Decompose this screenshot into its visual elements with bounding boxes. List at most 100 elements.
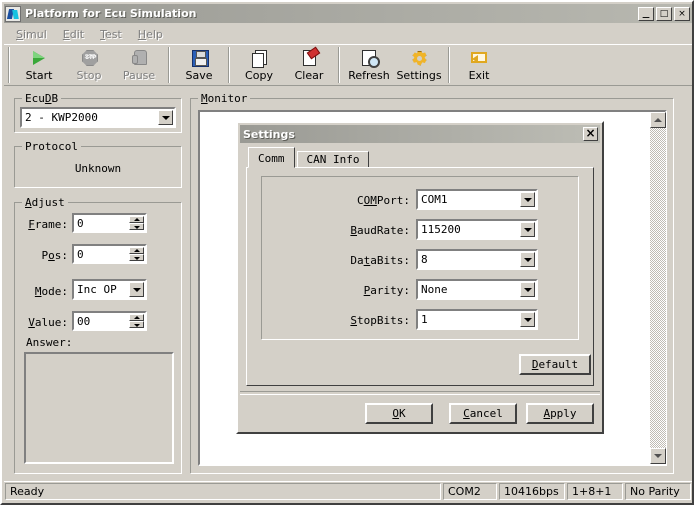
monitor-group-title: Monitor bbox=[198, 92, 250, 105]
parity-value: None bbox=[418, 283, 520, 296]
toolbar-button-copy[interactable]: Copy bbox=[234, 47, 284, 85]
status-bar: Ready COM2 10416bps 1+8+1 No Parity bbox=[4, 481, 692, 501]
toolbar-label-settings: Settings bbox=[396, 69, 441, 82]
ecudb-group-title: EcuDB bbox=[22, 92, 61, 105]
menu-item-simul[interactable]: Simul bbox=[8, 27, 55, 42]
comport-combo[interactable]: COM1 bbox=[416, 189, 538, 210]
chevron-down-icon[interactable] bbox=[520, 222, 535, 237]
close-button[interactable]: × bbox=[674, 7, 690, 21]
settings-close-icon[interactable] bbox=[583, 127, 598, 141]
eraser-icon bbox=[298, 48, 320, 68]
menu-item-help[interactable]: Help bbox=[130, 27, 171, 42]
toolbar-button-settings[interactable]: Settings bbox=[394, 47, 444, 85]
chevron-down-icon[interactable] bbox=[158, 110, 173, 125]
app-icon bbox=[5, 6, 21, 22]
toolbar-separator bbox=[338, 47, 340, 83]
toolbar-label-start: Start bbox=[26, 69, 53, 82]
pos-label: Pos: bbox=[22, 249, 68, 262]
stop-icon bbox=[78, 48, 100, 68]
answer-textarea[interactable] bbox=[24, 352, 174, 464]
magnifier-icon bbox=[358, 48, 380, 68]
chevron-down-icon[interactable] bbox=[129, 282, 144, 297]
comm-settings-panel: COMPort: COM1 BaudRate: 115200 DataBits:… bbox=[261, 176, 579, 340]
value-spin-buttons bbox=[129, 314, 144, 328]
mode-value: Inc OP bbox=[74, 283, 129, 296]
status-cell-port: COM2 bbox=[443, 483, 497, 500]
toolbar-button-stop[interactable]: Stop bbox=[64, 47, 114, 85]
mode-combo[interactable]: Inc OP bbox=[72, 279, 147, 300]
monitor-content bbox=[200, 112, 665, 116]
minimize-button[interactable]: _ bbox=[638, 7, 654, 21]
answer-value bbox=[26, 354, 172, 358]
pos-spin-down-icon[interactable] bbox=[129, 254, 144, 261]
minimize-icon: _ bbox=[639, 8, 653, 20]
baudrate-combo[interactable]: 115200 bbox=[416, 219, 538, 240]
databits-combo[interactable]: 8 bbox=[416, 249, 538, 270]
toolbar-label-stop: Stop bbox=[76, 69, 101, 82]
frame-spin-down-icon[interactable] bbox=[129, 223, 144, 230]
toolbar-button-refresh[interactable]: Refresh bbox=[344, 47, 394, 85]
parity-combo[interactable]: None bbox=[416, 279, 538, 300]
toolbar-button-clear[interactable]: Clear bbox=[284, 47, 334, 85]
chevron-down-icon[interactable] bbox=[520, 312, 535, 327]
maximize-icon: □ bbox=[657, 8, 671, 20]
frame-value: 0 bbox=[74, 215, 129, 231]
tab-can-info[interactable]: CAN Info bbox=[297, 151, 370, 168]
tab-comm[interactable]: Comm bbox=[248, 147, 295, 168]
toolbar-button-pause[interactable]: Pause bbox=[114, 47, 164, 85]
ok-button[interactable]: OK bbox=[365, 403, 433, 424]
toolbar-label-save: Save bbox=[185, 69, 212, 82]
value-spin-down-icon[interactable] bbox=[129, 321, 144, 328]
toolbar-label-refresh: Refresh bbox=[348, 69, 390, 82]
pos-spin-up-icon[interactable] bbox=[129, 247, 144, 254]
ecudb-value: 2 - KWP2000 bbox=[22, 111, 158, 124]
chevron-down-icon[interactable] bbox=[520, 282, 535, 297]
floppy-icon bbox=[188, 48, 210, 68]
scroll-up-icon[interactable] bbox=[650, 112, 666, 128]
menu-item-test[interactable]: Test bbox=[92, 27, 130, 42]
toolbar-button-exit[interactable]: Exit bbox=[454, 47, 504, 85]
menu-item-edit[interactable]: Edit bbox=[55, 27, 92, 42]
toolbar-separator bbox=[448, 47, 450, 83]
title-bar: Platform for Ecu Simulation _ □ × bbox=[4, 4, 692, 23]
play-icon bbox=[28, 48, 50, 68]
frame-spin-up-icon[interactable] bbox=[129, 216, 144, 223]
toolbar-label-clear: Clear bbox=[295, 69, 324, 82]
window-controls: _ □ × bbox=[638, 7, 690, 21]
chevron-down-icon[interactable] bbox=[520, 192, 535, 207]
frame-label: Frame: bbox=[22, 218, 68, 231]
monitor-vertical-scrollbar[interactable] bbox=[650, 112, 666, 464]
pos-spinner[interactable]: 0 bbox=[72, 244, 147, 264]
databits-label: DataBits: bbox=[262, 254, 410, 267]
value-spin-up-icon[interactable] bbox=[129, 314, 144, 321]
exit-arrow-icon bbox=[468, 48, 490, 68]
default-button[interactable]: Default bbox=[519, 354, 591, 375]
frame-spinner[interactable]: 0 bbox=[72, 213, 147, 233]
stopbits-label: StopBits: bbox=[262, 314, 410, 327]
window-title: Platform for Ecu Simulation bbox=[25, 7, 638, 20]
stopbits-combo[interactable]: 1 bbox=[416, 309, 538, 330]
scroll-down-icon[interactable] bbox=[650, 448, 666, 464]
toolbar-button-start[interactable]: Start bbox=[14, 47, 64, 85]
apply-button[interactable]: Apply bbox=[526, 403, 594, 424]
stopbits-value: 1 bbox=[418, 313, 520, 326]
adjust-group-title: Adjust bbox=[22, 196, 68, 209]
scrollbar-track[interactable] bbox=[650, 128, 666, 448]
tab-can-info-label: CAN Info bbox=[307, 153, 360, 166]
cancel-button[interactable]: Cancel bbox=[449, 403, 517, 424]
maximize-button[interactable]: □ bbox=[656, 7, 672, 21]
value-spinner[interactable]: 00 bbox=[72, 311, 147, 331]
tab-comm-label: Comm bbox=[258, 152, 285, 165]
toolbar-label-exit: Exit bbox=[469, 69, 490, 82]
status-message: Ready bbox=[5, 483, 441, 500]
close-icon: × bbox=[675, 8, 689, 20]
parity-label: Parity: bbox=[262, 284, 410, 297]
toolbar-button-save[interactable]: Save bbox=[174, 47, 224, 85]
pos-spin-buttons bbox=[129, 247, 144, 261]
baudrate-value: 115200 bbox=[418, 223, 520, 236]
settings-dialog-title: Settings bbox=[243, 128, 583, 141]
toolbar-label-copy: Copy bbox=[245, 69, 273, 82]
chevron-down-icon[interactable] bbox=[520, 252, 535, 267]
toolbar-separator bbox=[8, 47, 10, 83]
ecudb-combo[interactable]: 2 - KWP2000 bbox=[20, 107, 176, 128]
